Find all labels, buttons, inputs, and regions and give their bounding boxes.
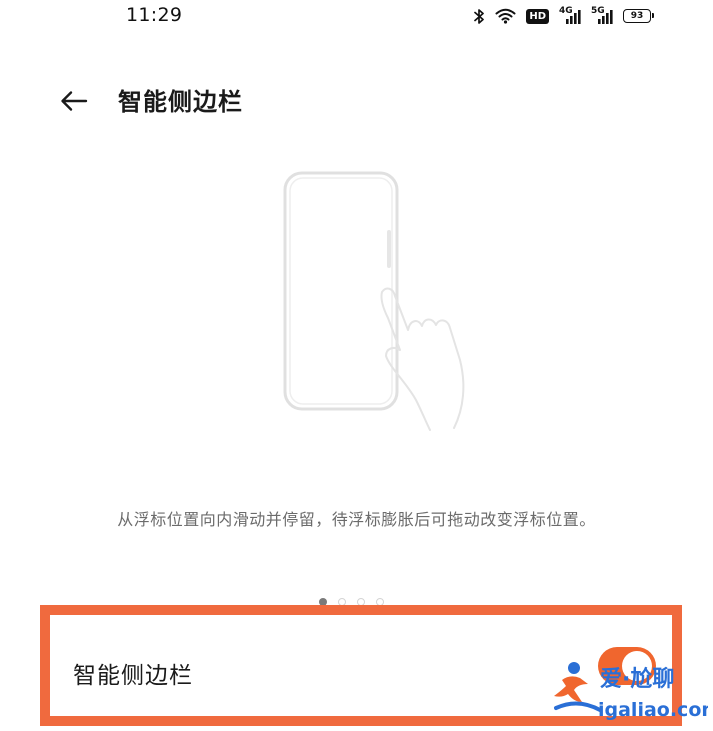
battery-icon: 93 bbox=[623, 9, 654, 23]
gesture-illustration bbox=[230, 160, 530, 450]
page-title: 智能侧边栏 bbox=[118, 88, 243, 116]
setting-label: 智能侧边栏 bbox=[73, 663, 193, 689]
side-handle bbox=[387, 230, 391, 268]
back-button[interactable] bbox=[56, 84, 92, 118]
bluetooth-icon bbox=[474, 8, 485, 25]
phone-outline bbox=[283, 171, 399, 411]
status-bar: 11:29 HD 4G 5G 93 bbox=[0, 0, 713, 34]
signal-5g-icon: 5G bbox=[591, 6, 613, 25]
toggle-knob bbox=[622, 651, 652, 681]
wifi-icon bbox=[495, 8, 516, 24]
status-icons: HD 4G 5G 93 bbox=[474, 5, 654, 27]
smart-sidebar-setting-row[interactable]: 智能侧边栏 bbox=[40, 605, 682, 726]
signal-4g-icon: 4G bbox=[559, 6, 581, 25]
smart-sidebar-toggle[interactable] bbox=[598, 647, 656, 685]
gesture-description: 从浮标位置向内滑动并停留，待浮标膨胀后可拖动改变浮标位置。 bbox=[117, 510, 596, 529]
hd-icon: HD bbox=[526, 8, 549, 24]
status-time: 11:29 bbox=[126, 4, 183, 26]
arrow-left-icon bbox=[61, 91, 88, 111]
